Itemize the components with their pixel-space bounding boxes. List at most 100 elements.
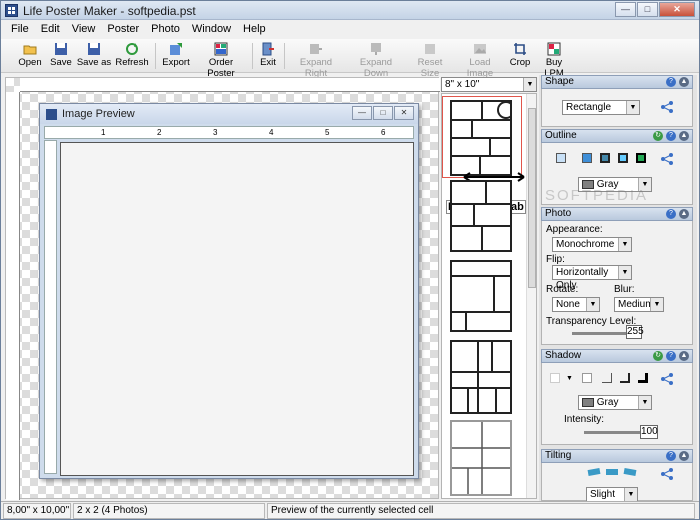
maximize-button[interactable]: □: [637, 2, 658, 17]
share-icon[interactable]: [660, 100, 674, 114]
tilting-section-header[interactable]: Tilting ? ▲: [541, 449, 693, 463]
help-icon[interactable]: ?: [666, 451, 676, 461]
floppy-icon: [55, 43, 67, 55]
app-icon: [5, 4, 18, 17]
layout-thumbnail[interactable]: [450, 100, 515, 176]
layout-thumbnail[interactable]: [450, 260, 512, 332]
menu-file[interactable]: File: [5, 21, 35, 39]
export-icon: [170, 43, 182, 55]
tilt-left-icon[interactable]: [587, 468, 601, 476]
expand-down-button[interactable]: Expand Down: [347, 40, 405, 79]
menu-view[interactable]: View: [66, 21, 102, 39]
outline-style-icon[interactable]: [618, 153, 628, 163]
scroll-thumb[interactable]: [528, 108, 536, 288]
save-as-icon: [88, 43, 100, 55]
minimize-button[interactable]: —: [615, 2, 636, 17]
expand-right-icon: [310, 44, 322, 54]
preview-horizontal-ruler: 1 2 3 4 5 6: [44, 126, 414, 139]
photo-section-header[interactable]: Photo ? ▲: [541, 207, 693, 221]
shadow-style-icon[interactable]: [620, 373, 630, 383]
preview-vertical-ruler: [44, 140, 57, 474]
preview-title-bar[interactable]: Image Preview — □ ✕: [40, 104, 418, 124]
shadow-section-header[interactable]: Shadow ↻ ? ▲: [541, 349, 693, 363]
appearance-select[interactable]: Monochrome ▼: [552, 237, 632, 252]
share-icon[interactable]: [660, 467, 674, 481]
help-icon[interactable]: ?: [666, 131, 676, 141]
tilt-none-icon[interactable]: [606, 469, 618, 475]
export-label: Export: [162, 57, 190, 68]
intensity-value[interactable]: 100: [640, 425, 658, 439]
rotate-select[interactable]: None ▼: [552, 297, 600, 312]
preview-minimize-button[interactable]: —: [352, 106, 372, 120]
outline-style-icon[interactable]: [556, 153, 566, 163]
shadow-style-icon[interactable]: [582, 373, 592, 383]
layout-thumbnail[interactable]: [450, 420, 512, 496]
tilt-right-icon[interactable]: [623, 468, 637, 476]
export-button[interactable]: Export: [159, 40, 193, 72]
layout-thumbnail[interactable]: [450, 340, 512, 414]
chevron-down-icon[interactable]: ▼: [566, 375, 573, 382]
menu-poster[interactable]: Poster: [101, 21, 145, 39]
shadow-color-select[interactable]: Gray ▼: [578, 395, 652, 410]
intensity-slider[interactable]: [584, 431, 642, 434]
share-icon[interactable]: [660, 372, 674, 386]
crop-button[interactable]: Crop: [507, 40, 533, 72]
layout-scrollbar[interactable]: [526, 94, 536, 498]
share-icon[interactable]: [660, 152, 674, 166]
menu-bar: File Edit View Poster Photo Window Help: [1, 21, 699, 39]
transparency-label: Transparency Level:: [546, 316, 637, 327]
shape-section-header[interactable]: Shape ? ▲: [541, 75, 693, 89]
menu-window[interactable]: Window: [186, 21, 237, 39]
save-as-button[interactable]: Save as: [75, 40, 113, 72]
buy-lpm-button[interactable]: Buy LPM: [535, 40, 573, 79]
help-icon[interactable]: ?: [666, 77, 676, 87]
open-button[interactable]: Open: [13, 40, 47, 72]
shadow-section: ▼ Gray ▼ Intensity: 100: [541, 363, 693, 445]
tilting-section: Slight ▼: [541, 463, 693, 502]
refresh-icon[interactable]: ↻: [653, 351, 663, 361]
tilting-select[interactable]: Slight ▼: [586, 487, 638, 502]
collapse-icon[interactable]: ▲: [679, 351, 689, 361]
outline-style-icon[interactable]: [600, 153, 610, 163]
outline-style-icon[interactable]: [636, 153, 646, 163]
collapse-icon[interactable]: ▲: [679, 131, 689, 141]
collapse-icon[interactable]: ▲: [679, 451, 689, 461]
transparency-value[interactable]: 255: [626, 325, 644, 339]
layout-thumbnail[interactable]: [450, 180, 512, 252]
close-button[interactable]: ✕: [659, 2, 695, 17]
save-button[interactable]: Save: [47, 40, 75, 72]
preview-maximize-button[interactable]: □: [373, 106, 393, 120]
chevron-down-icon: ▼: [618, 266, 631, 279]
flip-select[interactable]: Horizontally Only ▼: [552, 265, 632, 291]
title-bar[interactable]: Life Poster Maker - softpedia.pst — □ ✕: [1, 1, 699, 20]
reset-size-button[interactable]: Reset Size: [408, 40, 452, 79]
shape-select[interactable]: Rectangle ▼: [562, 100, 640, 115]
shadow-style-icon[interactable]: [638, 373, 648, 383]
outline-section-header[interactable]: Outline ↻ ? ▲: [541, 129, 693, 143]
outline-style-icon[interactable]: [582, 153, 592, 163]
help-icon[interactable]: ?: [666, 209, 676, 219]
expand-right-button[interactable]: Expand Right: [289, 40, 343, 79]
preview-close-button[interactable]: ✕: [394, 106, 414, 120]
collapse-icon[interactable]: ▲: [679, 77, 689, 87]
load-image-button[interactable]: Load Image: [456, 40, 504, 79]
help-icon[interactable]: ?: [666, 351, 676, 361]
refresh-button[interactable]: Refresh: [114, 40, 150, 72]
blur-select[interactable]: Medium ▼: [614, 297, 664, 312]
menu-edit[interactable]: Edit: [35, 21, 66, 39]
poster-size-select[interactable]: 8" x 10" ▼: [441, 77, 537, 92]
window-title: Life Poster Maker - softpedia.pst: [23, 4, 196, 18]
refresh-icon: [126, 43, 138, 55]
order-poster-button[interactable]: Order Poster: [194, 40, 248, 79]
menu-help[interactable]: Help: [237, 21, 272, 39]
shadow-style-icon[interactable]: [602, 373, 612, 383]
shadow-title: Shadow: [545, 350, 582, 361]
reset-size-label: Reset Size: [417, 57, 443, 79]
expand-right-label: Expand Right: [299, 57, 333, 79]
preview-canvas[interactable]: [60, 142, 414, 476]
menu-photo[interactable]: Photo: [145, 21, 186, 39]
shadow-style-icon[interactable]: [550, 373, 560, 383]
exit-button[interactable]: Exit: [256, 40, 280, 72]
collapse-icon[interactable]: ▲: [679, 209, 689, 219]
refresh-icon[interactable]: ↻: [653, 131, 663, 141]
